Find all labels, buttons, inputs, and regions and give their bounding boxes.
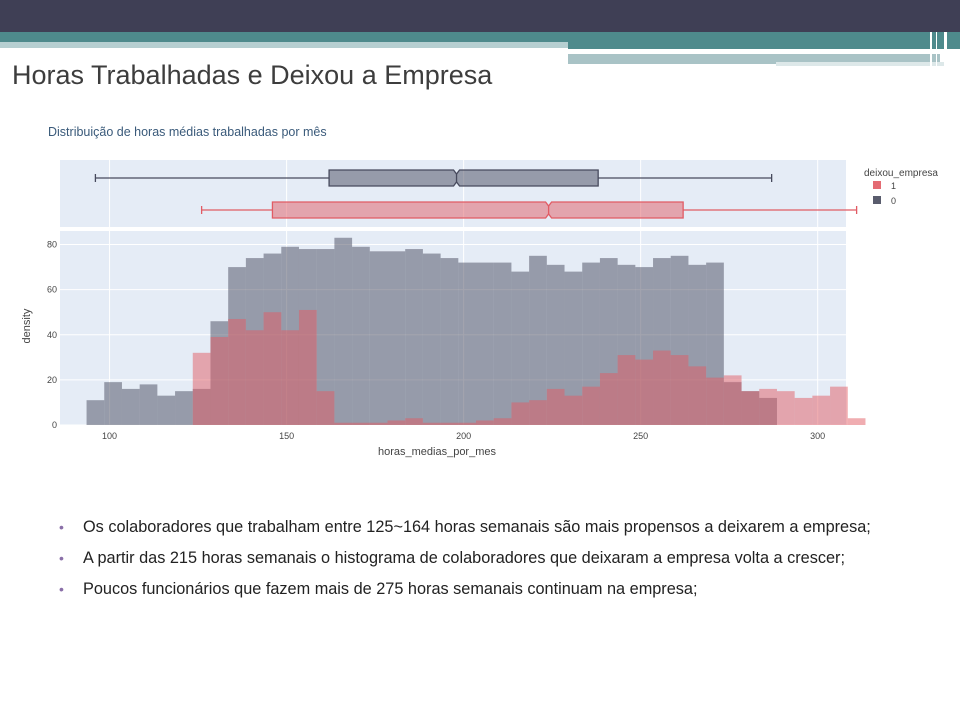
- histogram-bar-0: [387, 251, 406, 425]
- bullet-text: A partir das 215 horas semanais o histog…: [83, 549, 846, 567]
- histogram-bar-1: [670, 355, 689, 425]
- histogram-bar-0: [175, 391, 193, 425]
- histogram-bar-1: [582, 386, 600, 425]
- histogram-bar-1: [830, 386, 848, 425]
- histogram-bar-1: [192, 352, 211, 425]
- box-0: [328, 169, 599, 187]
- histogram-bar-1: [546, 388, 565, 425]
- histogram-bar-1: [458, 422, 477, 425]
- histogram-bar-1: [352, 422, 370, 425]
- histogram-bar-1: [706, 377, 724, 425]
- histogram-bar-1: [316, 391, 335, 425]
- bullet-list: • Os colaboradores que trabalham entre 12…: [56, 516, 940, 609]
- bullet-item: • Poucos funcionários que fazem mais de 2…: [56, 578, 940, 601]
- histogram-bar-1: [617, 355, 636, 425]
- bullet-icon: •: [59, 519, 64, 535]
- x-axis-label: horas_medias_por_mes: [378, 446, 497, 458]
- histogram-bar-0: [493, 262, 512, 425]
- histogram-bar-1: [228, 318, 246, 425]
- histogram-bar-1: [369, 422, 388, 425]
- legend-entry: 0: [891, 196, 896, 206]
- histogram-bar-1: [847, 418, 866, 425]
- bullet-item: • Os colaboradores que trabalham entre 12…: [56, 516, 940, 539]
- y-tick-label: 20: [47, 375, 57, 385]
- histogram-bar-1: [263, 312, 282, 425]
- legend-swatch-0: [873, 196, 881, 204]
- histogram-bar-1: [564, 395, 583, 425]
- histogram-bar-1: [405, 418, 423, 425]
- histogram-bar-0: [157, 395, 176, 425]
- histogram-bar-0: [352, 246, 370, 425]
- histogram-bar-1: [599, 373, 618, 425]
- histogram-bar-1: [653, 350, 671, 425]
- histogram-bar-1: [210, 337, 229, 425]
- histogram-bar-1: [387, 420, 406, 425]
- histogram-bar-1: [723, 375, 742, 425]
- chart-title: Distribuição de horas médias trabalhadas…: [48, 125, 327, 139]
- histogram-bar-0: [529, 255, 547, 425]
- y-tick-label: 80: [47, 240, 57, 250]
- histogram-bar-1: [334, 422, 353, 425]
- legend-title: deixou_empresa: [864, 168, 938, 179]
- box-1: [271, 201, 684, 219]
- histogram-bar-1: [812, 395, 831, 425]
- histogram-bar-1: [511, 402, 530, 425]
- legend-swatch-1: [873, 181, 881, 189]
- histogram-bar-1: [529, 400, 547, 425]
- histogram-bar-0: [440, 258, 459, 425]
- histogram-bar-1: [741, 391, 760, 425]
- x-tick-label: 150: [279, 431, 294, 441]
- x-tick-label: 100: [102, 431, 117, 441]
- histogram-chart: Distribuição de horas médias trabalhadas…: [21, 125, 938, 458]
- histogram-bar-1: [440, 422, 459, 425]
- histogram-bar-0: [458, 262, 477, 425]
- histogram-bar-0: [121, 388, 140, 425]
- y-tick-label: 40: [47, 330, 57, 340]
- bullet-text: Poucos funcionários que fazem mais de 27…: [83, 580, 698, 598]
- legend-entry: 1: [891, 181, 896, 191]
- histogram-bar-1: [298, 309, 317, 425]
- x-tick-label: 300: [810, 431, 825, 441]
- bullet-item: • A partir das 215 horas semanais o histo…: [56, 547, 940, 570]
- histogram-bar-0: [86, 400, 105, 425]
- histogram-bar-0: [405, 249, 423, 425]
- x-tick-label: 250: [633, 431, 648, 441]
- histogram-bar-1: [281, 330, 299, 425]
- histogram-bar-1: [688, 366, 707, 425]
- histogram-bar-1: [476, 420, 494, 425]
- histogram-bar-0: [422, 253, 441, 425]
- slide-title: Horas Trabalhadas e Deixou a Empresa: [12, 60, 493, 90]
- histogram-bar-0: [104, 382, 122, 425]
- histogram-bar-0: [334, 237, 353, 425]
- y-tick-label: 60: [47, 285, 57, 295]
- histogram-bar-0: [139, 384, 158, 425]
- histogram-bar-1: [776, 391, 795, 425]
- histogram-bar-1: [245, 330, 264, 425]
- y-axis-label: density: [21, 308, 33, 343]
- bullet-icon: •: [59, 550, 64, 566]
- slide-header-bar: [0, 0, 960, 32]
- bullet-icon: •: [59, 581, 64, 597]
- x-tick-label: 200: [456, 431, 471, 441]
- histogram-bar-1: [493, 418, 512, 425]
- bullet-text: Os colaboradores que trabalham entre 125…: [83, 518, 871, 536]
- y-tick-label: 0: [52, 420, 57, 430]
- histogram-bar-1: [759, 388, 777, 425]
- histogram-bar-1: [794, 397, 813, 425]
- histogram-bar-0: [511, 271, 530, 425]
- histogram-bar-1: [422, 422, 441, 425]
- histogram-bar-0: [476, 262, 494, 425]
- histogram-bar-1: [635, 359, 654, 425]
- histogram-bar-0: [369, 251, 388, 425]
